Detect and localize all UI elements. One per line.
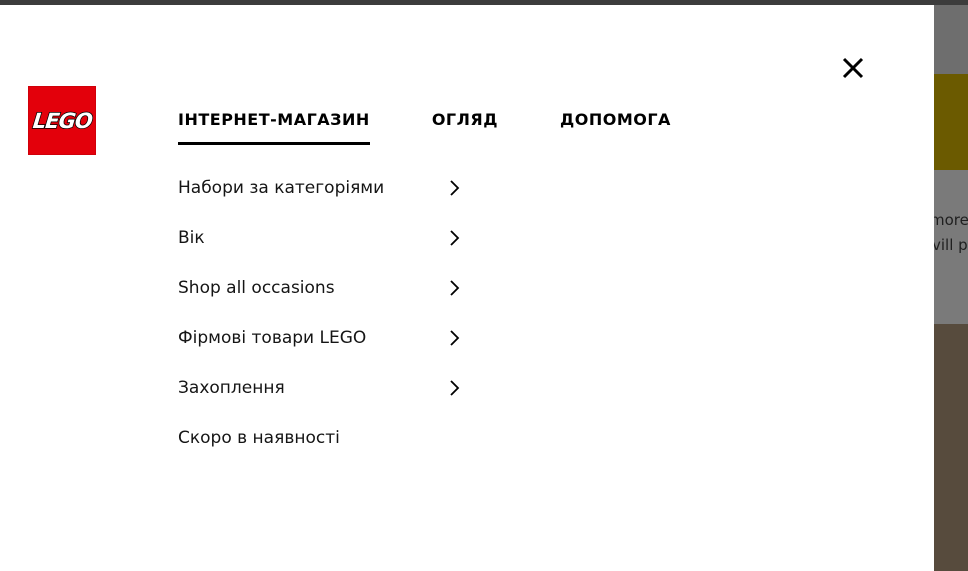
background-banner [934,74,968,170]
menu-item-label: Вік [178,228,205,248]
menu-item-sets-by-category[interactable]: Набори за категоріями [178,177,468,227]
lego-logo-text: LEGO [31,108,94,134]
background-page: more vill pr [934,5,968,571]
menu-item-label: Фірмові товари LEGO [178,328,367,348]
chevron-right-icon [450,280,460,296]
tab-overview[interactable]: ОГЛЯД [432,109,498,139]
menu-item-label: Набори за категоріями [178,178,385,198]
navigation-drawer: LEGO ІНТЕРНЕТ-МАГАЗИН ОГЛЯД ДОПОМОГА Наб… [0,5,934,571]
tab-online-store[interactable]: ІНТЕРНЕТ-МАГАЗИН [178,109,370,145]
chevron-right-icon [450,380,460,396]
close-button[interactable] [838,53,868,83]
chevron-right-icon [450,330,460,346]
chevron-right-icon [450,230,460,246]
menu-item-age[interactable]: Вік [178,227,468,277]
tab-help[interactable]: ДОПОМОГА [560,109,671,139]
close-icon [842,57,864,79]
menu-item-label: Захоплення [178,378,285,398]
menu-item-label: Скоро в наявності [178,428,340,448]
background-header [934,5,968,74]
menu-item-label: Shop all occasions [178,278,335,298]
menu-item-lego-merchandise[interactable]: Фірмові товари LEGO [178,327,468,377]
menu-item-shop-all-occasions[interactable]: Shop all occasions [178,277,468,327]
menu-item-coming-soon[interactable]: Скоро в наявності [178,427,468,477]
chevron-right-icon [450,180,460,196]
shop-menu: Набори за категоріями Вік Shop all occas… [178,177,468,477]
lego-logo[interactable]: LEGO [28,86,96,155]
background-text-line: more [934,211,968,229]
menu-item-interests[interactable]: Захоплення [178,377,468,427]
background-text-line: vill pr [934,236,968,254]
background-image [934,324,968,571]
nav-tabs: ІНТЕРНЕТ-МАГАЗИН ОГЛЯД ДОПОМОГА [178,109,671,145]
